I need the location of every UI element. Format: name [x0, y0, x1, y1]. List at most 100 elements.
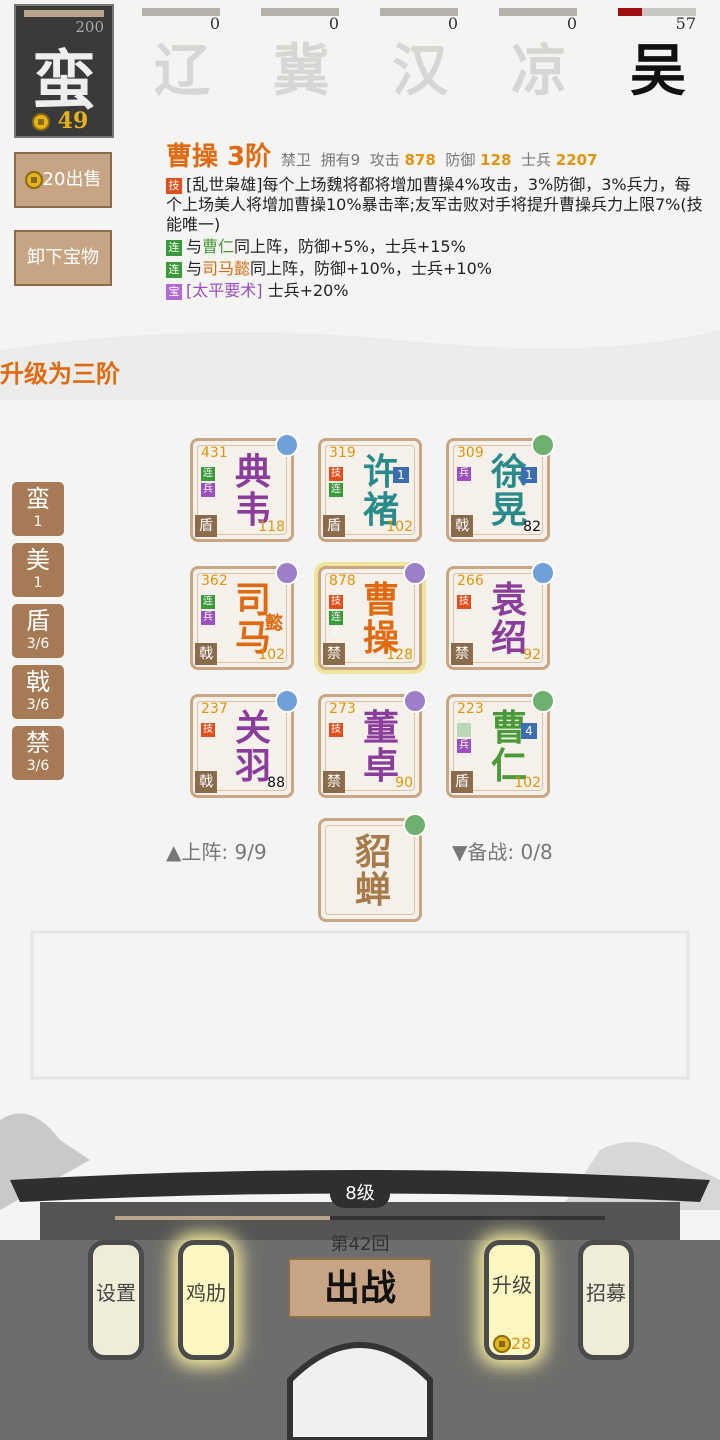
- filter-beauty[interactable]: 美1: [12, 543, 64, 597]
- upgrade-cost: 28: [493, 1334, 531, 1353]
- sell-button[interactable]: 20出售: [14, 152, 112, 208]
- card-name: 曹操: [351, 581, 411, 657]
- unequip-treasure-button[interactable]: 卸下宝物: [14, 230, 112, 286]
- leftovers-label: 鸡肋: [186, 1281, 226, 1305]
- coin-icon: [493, 1335, 511, 1353]
- onfield-count: ▲上阵: 9/9: [166, 840, 267, 864]
- stat-def: 128: [480, 151, 512, 169]
- coin-icon: [24, 171, 43, 189]
- faction-progress-bar: [142, 8, 220, 16]
- faction-wu[interactable]: 57 吴: [618, 0, 698, 104]
- equip-icon: [275, 433, 299, 457]
- skill-badge: 技: [329, 723, 343, 737]
- faction-glyph: 辽: [154, 38, 210, 104]
- link-tag: 连: [166, 261, 182, 278]
- equip-icon: [403, 561, 427, 585]
- hero-treasure: 宝 [太平要术] 士兵+20%: [166, 281, 706, 301]
- card-name-1: 貂: [354, 831, 391, 873]
- skill-badge: 技: [329, 467, 343, 481]
- faction-selected[interactable]: 200 蛮 49: [14, 4, 114, 138]
- treasure-effect: 士兵+20%: [262, 281, 349, 300]
- card-name-1: 典: [234, 451, 271, 493]
- hero-card[interactable]: 273 董卓技禁 90: [318, 689, 427, 798]
- link-pre: 与: [186, 237, 203, 256]
- faction-progress-fill: [618, 8, 642, 16]
- card-name-1: 曹: [362, 579, 399, 621]
- filter-man[interactable]: 蛮1: [12, 482, 64, 536]
- recruit-label: 招募: [586, 1281, 626, 1305]
- card-class: 盾: [323, 515, 345, 537]
- equip-icon: [531, 433, 555, 457]
- hero-card[interactable]: 878 曹操技连2 禁 128: [318, 561, 427, 670]
- card-class: 戟: [451, 515, 473, 537]
- faction-gold: 49: [32, 108, 88, 134]
- lantern-label: 招募: [583, 1273, 629, 1313]
- equip-icon: [275, 689, 299, 713]
- upgrade-lantern-button[interactable]: 升级 28: [484, 1240, 540, 1360]
- leftovers-lantern-button[interactable]: 鸡肋: [178, 1240, 234, 1360]
- card-name: 曹仁: [479, 709, 539, 785]
- card-name-2: 羽: [234, 745, 271, 787]
- stat-atk: 878: [404, 151, 436, 169]
- card-name: 董卓: [351, 709, 411, 785]
- reserve-count: ▼备战: 0/8: [452, 840, 553, 864]
- faction-liang[interactable]: 0 凉: [499, 0, 579, 104]
- card-name-2: 晃: [490, 489, 527, 531]
- stat-troops-label: 士兵: [521, 151, 552, 169]
- card-power: 128: [386, 647, 413, 663]
- card-class: 禁: [323, 643, 345, 665]
- card-name: 许褚: [351, 453, 411, 529]
- faction-han[interactable]: 0 汉: [380, 0, 460, 104]
- settings-lantern-button[interactable]: 设置: [88, 1240, 144, 1360]
- skill-badge: 技: [201, 723, 215, 737]
- hero-card[interactable]: 237 关羽技戟 88: [190, 689, 299, 798]
- lantern-label: 设置: [93, 1273, 139, 1313]
- treasure-name: [太平要术]: [186, 281, 263, 300]
- skill-badge: [457, 723, 471, 737]
- card-power: 102: [258, 647, 285, 663]
- filter-guard[interactable]: 禁 3/6: [12, 726, 64, 780]
- battle-button[interactable]: 出战: [288, 1258, 432, 1318]
- empty-frame: [30, 930, 690, 1080]
- faction-liao[interactable]: 0 辽: [142, 0, 222, 104]
- skill-tag: 技: [166, 177, 182, 194]
- skill-badge: 兵: [457, 739, 471, 753]
- card-name: 关羽: [223, 709, 283, 785]
- filter-halberd[interactable]: 戟 3/6: [12, 665, 64, 719]
- card-class: 禁: [323, 771, 345, 793]
- hero-link-1: 连与曹仁同上阵，防御+5%，士兵+15%: [166, 237, 706, 257]
- bench-card-diaochan[interactable]: 貂蝉: [318, 813, 427, 922]
- hero-card[interactable]: 319 许褚技连盾 102 1: [318, 438, 422, 542]
- card-power: 92: [523, 647, 541, 663]
- faction-ji[interactable]: 0 冀: [261, 0, 341, 104]
- card-name: 典韦: [223, 453, 283, 529]
- filter-count: 1: [33, 514, 43, 530]
- faction-progress-bar: [261, 8, 339, 16]
- upgrade-label: 升级: [492, 1273, 532, 1297]
- hero-header: 曹操 3阶 禁卫 拥有9 攻击 878 防御 128 士兵 2207: [166, 136, 706, 173]
- faction-glyph: 凉: [511, 38, 567, 104]
- recruit-lantern-button[interactable]: 招募: [578, 1240, 634, 1360]
- hero-info-panel: 曹操 3阶 禁卫 拥有9 攻击 878 防御 128 士兵 2207 技 [乱世枭…: [166, 136, 706, 301]
- filter-label: 蛮: [26, 485, 50, 513]
- stat-owned: 拥有9: [320, 151, 361, 169]
- card-power: 82: [523, 519, 541, 535]
- faction-glyph: 吴: [630, 38, 686, 104]
- stat-troops: 2207: [555, 151, 598, 169]
- hero-card[interactable]: 266 袁绍技禁 92: [446, 561, 555, 670]
- hero-card[interactable]: 309 徐晃兵戟 82 1: [446, 433, 555, 542]
- upgrade-hint[interactable]: 升级为三阶: [0, 354, 120, 389]
- filter-label: 禁: [26, 729, 50, 757]
- card-class: 盾: [451, 771, 473, 793]
- hero-card[interactable]: 223 曹仁兵盾 102 4: [446, 689, 555, 798]
- card-name: 袁绍: [479, 581, 539, 657]
- onfield-label: 上阵: 9/9: [181, 840, 267, 864]
- hero-name: 曹操 3阶: [166, 142, 272, 172]
- filter-count: 3/6: [26, 697, 50, 713]
- hero-card[interactable]: 431 典韦连兵盾 118: [190, 433, 299, 542]
- hero-skill: 技 [乱世枭雄]每个上场魏将都将增加曹操4%攻击，3%防御，3%兵力，每个上场美人…: [166, 175, 706, 235]
- filter-shield[interactable]: 盾 3/6: [12, 604, 64, 658]
- hero-link-2: 连与司马懿同上阵，防御+10%，士兵+10%: [166, 259, 706, 279]
- hero-card[interactable]: 362 司马懿连兵戟 102: [190, 561, 299, 670]
- card-name-1: 关: [234, 707, 271, 749]
